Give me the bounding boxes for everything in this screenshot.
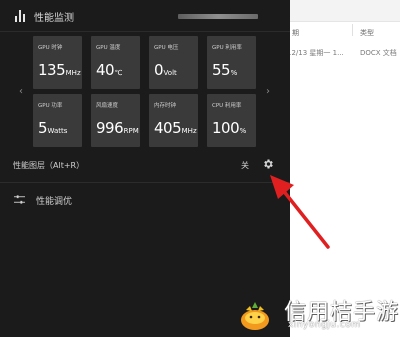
- header-divider: [0, 31, 290, 32]
- metric-label: GPU 电压: [154, 45, 179, 51]
- metric-value: 40℃: [96, 61, 123, 79]
- performance-overlay-panel: 性能监测 GPU 时钟 135MHz GPU 温度 40℃ GPU 电压 0Vo…: [0, 0, 290, 337]
- metric-value: 135MHz: [38, 61, 81, 79]
- metric-value: 405MHz: [154, 119, 197, 137]
- column-header-type[interactable]: 类型: [360, 28, 374, 38]
- site-watermark: 信用桔手游 xinyongju.com: [238, 294, 398, 334]
- column-header-date[interactable]: 期: [292, 28, 299, 38]
- performance-layer-toggle-state[interactable]: 关: [241, 160, 249, 171]
- metric-label: 内存时钟: [154, 103, 177, 109]
- metric-label: CPU 利用率: [212, 103, 242, 109]
- metric-label: GPU 利用率: [212, 45, 242, 51]
- file-row-date[interactable]: 12/13 星期一 1...: [287, 48, 344, 58]
- metric-value: 996RPM: [96, 119, 139, 137]
- file-row-type[interactable]: DOCX 文档: [360, 48, 397, 58]
- metric-value: 5Watts: [38, 119, 68, 137]
- metric-tile-fan-speed: 风扇速度 996RPM: [91, 94, 140, 147]
- annotation-arrow: [270, 175, 330, 249]
- blurred-username: [178, 14, 258, 19]
- panel-title: 性能监测: [34, 13, 74, 24]
- performance-tuning-item[interactable]: 性能调优: [36, 194, 72, 207]
- performance-layer-label: 性能图层（Alt+R）: [13, 161, 85, 170]
- metric-label: GPU 温度: [96, 45, 121, 51]
- metric-label: 风扇速度: [96, 103, 119, 109]
- metric-tile-gpu-utilization: GPU 利用率 55%: [207, 36, 256, 89]
- metric-label: GPU 时钟: [38, 45, 63, 51]
- next-page-button[interactable]: ›: [266, 86, 270, 97]
- panel-header: 性能监测: [0, 0, 290, 34]
- metric-tile-gpu-power: GPU 功率 5Watts: [33, 94, 82, 147]
- gear-icon[interactable]: [262, 158, 274, 170]
- prev-page-button[interactable]: ‹: [19, 86, 23, 97]
- metric-tile-gpu-temperature: GPU 温度 40℃: [91, 36, 140, 89]
- column-separator[interactable]: [352, 24, 353, 36]
- bar-chart-icon: [14, 10, 26, 22]
- metric-tile-memory-clock: 内存时钟 405MHz: [149, 94, 198, 147]
- metric-tile-gpu-voltage: GPU 电压 0Volt: [149, 36, 198, 89]
- sliders-icon: [14, 195, 25, 204]
- metric-tile-cpu-utilization: CPU 利用率 100%: [207, 94, 256, 147]
- orange-mascot-logo: [241, 302, 269, 330]
- explorer-toolbar: [285, 0, 400, 22]
- section-divider: [0, 182, 290, 183]
- metric-tile-gpu-clock: GPU 时钟 135MHz: [33, 36, 82, 89]
- metric-value: 0Volt: [154, 61, 177, 79]
- watermark-domain: xinyongju.com: [288, 320, 361, 330]
- metric-label: GPU 功率: [38, 103, 63, 109]
- metric-value: 55%: [212, 61, 238, 79]
- metric-value: 100%: [212, 119, 247, 137]
